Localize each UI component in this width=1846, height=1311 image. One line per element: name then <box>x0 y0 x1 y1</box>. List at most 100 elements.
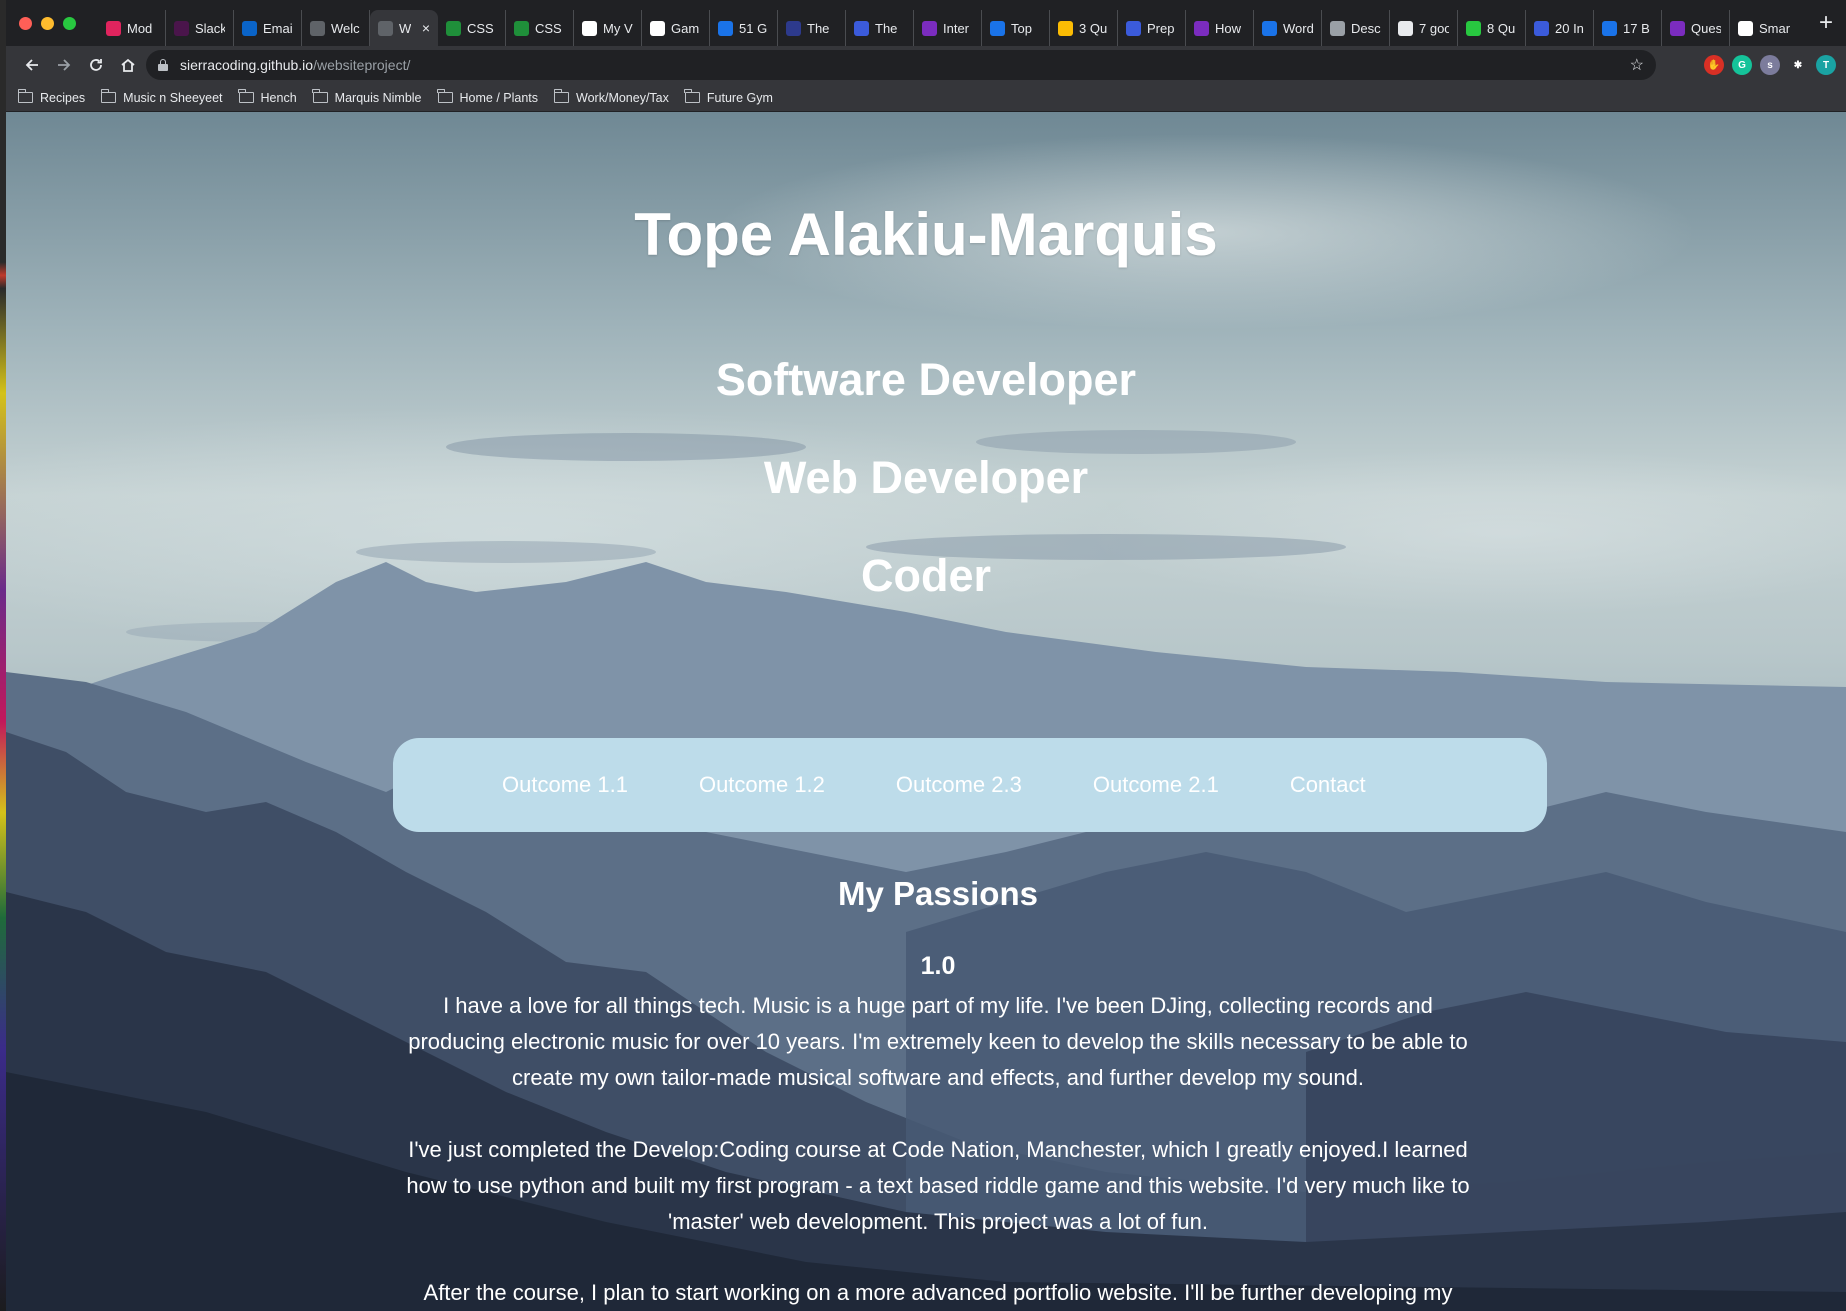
tab[interactable]: CSS <box>438 10 506 46</box>
reload-button[interactable] <box>80 49 112 81</box>
bookmark-folder[interactable]: Future Gym <box>684 89 773 105</box>
address-bar[interactable]: sierracoding.github.io/websiteproject/ ☆ <box>146 50 1656 80</box>
tab[interactable]: 8 Qu <box>1458 10 1526 46</box>
tab[interactable]: Smar <box>1730 10 1798 46</box>
bookmark-folder[interactable]: Work/Money/Tax <box>553 89 669 105</box>
info-icon <box>990 20 1005 36</box>
snowflake-icon <box>1126 20 1141 36</box>
extension-s-icon[interactable]: s <box>1760 55 1780 75</box>
lock-icon <box>158 59 168 71</box>
tab-active[interactable]: W × <box>370 10 438 46</box>
info-icon <box>1602 20 1617 36</box>
slack-icon <box>174 20 189 36</box>
tab[interactable]: How <box>1186 10 1254 46</box>
nav-link-outcome-1-2[interactable]: Outcome 1.2 <box>699 772 825 798</box>
tab[interactable]: Desc <box>1322 10 1390 46</box>
profile-avatar[interactable]: T <box>1816 55 1836 75</box>
bookmark-folder[interactable]: Recipes <box>17 89 85 105</box>
tab-label: Email <box>263 20 293 36</box>
tab-label: Mod <box>127 20 153 36</box>
folder-icon <box>17 89 33 103</box>
snowflake-icon <box>1534 20 1549 36</box>
tab-label: Smar <box>1759 20 1790 36</box>
tab[interactable]: Word <box>1254 10 1322 46</box>
tab[interactable]: Slack <box>166 10 234 46</box>
tab[interactable]: Email <box>234 10 302 46</box>
url-path: /websiteproject/ <box>313 57 411 73</box>
bookmark-label: Work/Money/Tax <box>576 90 669 105</box>
page-title: Tope Alakiu-Marquis <box>634 201 1218 268</box>
tab-label: 20 In <box>1555 20 1584 36</box>
tab-label: 51 G <box>739 20 768 36</box>
nav-link-outcome-2-3[interactable]: Outcome 2.3 <box>896 772 1022 798</box>
globe-icon <box>310 20 325 36</box>
role-heading-3: Coder <box>860 550 991 601</box>
codecademy-icon <box>446 20 461 36</box>
bookmark-star-icon[interactable]: ☆ <box>1630 55 1644 75</box>
bookmark-folder[interactable]: Marquis Nimble <box>312 89 422 105</box>
grammarly-icon[interactable]: G <box>1732 55 1752 75</box>
p-circle-icon <box>1398 20 1413 36</box>
tab[interactable]: Prep <box>1118 10 1186 46</box>
tab[interactable]: Gam <box>642 10 710 46</box>
tab[interactable]: The <box>846 10 914 46</box>
home-button[interactable] <box>112 49 144 81</box>
nav-link-contact[interactable]: Contact <box>1290 772 1366 798</box>
tab[interactable]: 51 G <box>710 10 778 46</box>
forward-button[interactable] <box>48 49 80 81</box>
forward-arrow-icon <box>58 59 71 71</box>
nav-link-outcome-2-1[interactable]: Outcome 2.1 <box>1093 772 1219 798</box>
nav-link-outcome-1-1[interactable]: Outcome 1.1 <box>502 772 628 798</box>
close-tab-icon[interactable]: × <box>422 20 430 36</box>
tab[interactable]: Top <box>982 10 1050 46</box>
tab-label: CSS <box>467 20 494 36</box>
tab[interactable]: Ques <box>1662 10 1730 46</box>
tr-icon <box>786 20 801 36</box>
game-icon <box>650 20 665 36</box>
tab[interactable]: 3 Qu <box>1050 10 1118 46</box>
minimize-window-button[interactable] <box>41 16 54 30</box>
tab-label: How <box>1215 20 1242 36</box>
bookmark-folder[interactable]: Hench <box>238 89 297 105</box>
section-number: 1.0 <box>920 952 956 980</box>
bookmark-folder[interactable]: Home / Plants <box>437 89 538 105</box>
maximize-window-button[interactable] <box>63 16 76 30</box>
globe-icon <box>378 20 393 36</box>
codecademy-icon <box>514 20 529 36</box>
tab-label: 3 Qu <box>1079 20 1108 36</box>
bookmark-folder[interactable]: Music n Sheeyeet <box>100 89 223 105</box>
tab[interactable]: Inter <box>914 10 982 46</box>
tab-label: The <box>807 20 830 36</box>
adblock-icon[interactable]: ✋ <box>1704 55 1724 75</box>
paragraph-2: I've just completed the Develop:Coding c… <box>406 1137 1470 1234</box>
tab-label: Inter <box>943 20 970 36</box>
smiley-icon <box>1058 20 1073 36</box>
puzzle-icon[interactable]: ✱ <box>1788 55 1808 75</box>
tab[interactable]: Welc <box>302 10 370 46</box>
back-arrow-icon <box>25 59 38 71</box>
tab-label: Desc <box>1351 20 1381 36</box>
bi-icon <box>1738 20 1753 36</box>
tab-label: W <box>399 20 412 36</box>
folder-icon <box>437 89 453 103</box>
close-window-button[interactable] <box>19 16 32 30</box>
tab[interactable]: 17 B <box>1594 10 1662 46</box>
tab[interactable]: 7 goo <box>1390 10 1458 46</box>
tab[interactable]: My V <box>574 10 642 46</box>
medium-icon <box>1670 20 1685 36</box>
new-tab-button[interactable]: + <box>1806 0 1846 46</box>
tab[interactable]: CSS <box>506 10 574 46</box>
m-circle-icon <box>718 20 733 36</box>
tab[interactable]: Mod <box>98 10 166 46</box>
phone-icon <box>1466 20 1481 36</box>
tab-label: Prep <box>1147 20 1175 36</box>
tab[interactable]: The <box>778 10 846 46</box>
reload-icon <box>90 59 102 71</box>
window-controls <box>6 16 98 30</box>
bookmark-label: Future Gym <box>706 90 773 105</box>
tab-label: 17 B <box>1623 20 1650 36</box>
tab[interactable]: 20 In <box>1526 10 1594 46</box>
sync-icon <box>1330 20 1345 36</box>
back-button[interactable] <box>16 49 48 81</box>
browser-toolbar: sierracoding.github.io/websiteproject/ ☆… <box>6 46 1846 84</box>
